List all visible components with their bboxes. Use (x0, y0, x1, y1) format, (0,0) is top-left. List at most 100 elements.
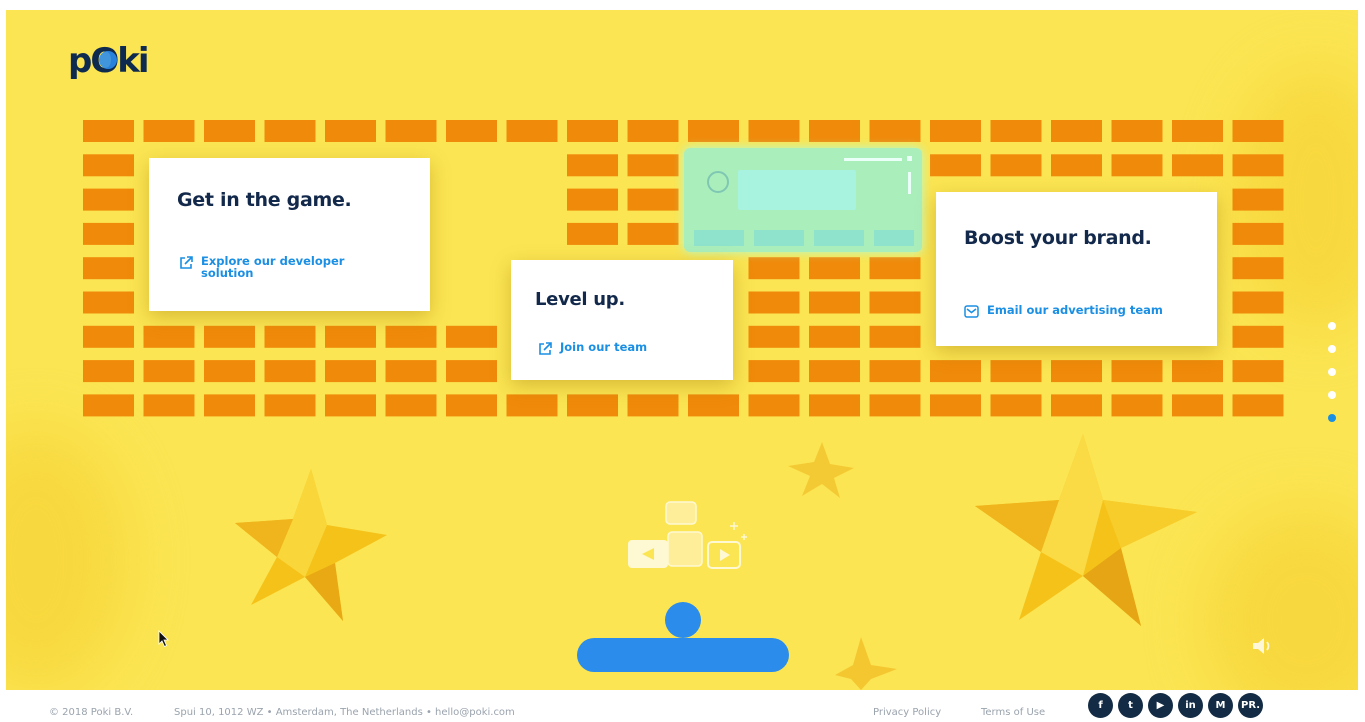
brick (1051, 360, 1102, 383)
terms-of-use-link[interactable]: Terms of Use (981, 707, 1045, 718)
brick (204, 325, 255, 348)
brick (748, 394, 800, 417)
pager-dot[interactable] (1328, 345, 1336, 353)
brick (809, 120, 860, 142)
media-icons-cluster (628, 501, 747, 569)
brick (446, 120, 497, 142)
brick (567, 188, 618, 211)
brick (688, 394, 739, 417)
join-team-link[interactable]: Join our team (538, 341, 647, 356)
panel-glyphs (694, 156, 914, 246)
brick (325, 325, 376, 348)
facebook-icon[interactable]: f (1088, 693, 1113, 718)
star-decoration (235, 469, 387, 621)
press-icon[interactable]: PR. (1238, 693, 1263, 718)
brick (748, 257, 800, 280)
card-title: Level up. (535, 289, 625, 310)
preview-panel (684, 148, 922, 252)
star-decoration (835, 637, 897, 690)
brick (143, 360, 195, 383)
medium-icon[interactable]: M (1208, 693, 1233, 718)
game-stage[interactable]: pOki Get in the game. Explore our develo… (6, 10, 1358, 690)
brick (264, 394, 316, 417)
brick (204, 394, 255, 417)
brick (627, 188, 679, 211)
address-text: Spui 10, 1012 WZ • Amsterdam, The Nether… (174, 707, 515, 718)
brick (869, 394, 921, 417)
pager-dot[interactable] (1328, 391, 1336, 399)
brick (809, 360, 860, 383)
brick (83, 120, 134, 142)
brick (1232, 120, 1284, 142)
brick (83, 325, 134, 348)
brick (325, 394, 376, 417)
brick (627, 394, 679, 417)
linkedin-icon[interactable]: in (1178, 693, 1203, 718)
brick (1051, 394, 1102, 417)
brick (1232, 360, 1284, 383)
brick (869, 325, 921, 348)
brick (1172, 394, 1223, 417)
pager-dot[interactable] (1328, 414, 1336, 422)
brick (385, 325, 437, 348)
mouse-cursor-icon (158, 630, 169, 648)
card-developers: Get in the game. Explore our developer s… (149, 158, 430, 311)
brick (930, 154, 981, 177)
brick (385, 360, 437, 383)
copyright-text: © 2018 Poki B.V. (49, 707, 134, 718)
star-decoration (975, 434, 1197, 626)
brick (1051, 154, 1102, 177)
brick (264, 120, 316, 142)
sound-icon[interactable] (1251, 636, 1273, 656)
brick (567, 222, 618, 245)
developer-solution-link[interactable]: Explore our developer solution (179, 255, 369, 279)
social-links: f t ▶ in M PR. (1088, 693, 1263, 718)
brick (1051, 120, 1102, 142)
pager-dot[interactable] (1328, 368, 1336, 376)
brick (83, 188, 134, 211)
brick (567, 154, 618, 177)
brick (1111, 360, 1163, 383)
star-decoration (788, 442, 854, 498)
twitter-icon[interactable]: t (1118, 693, 1143, 718)
brick (143, 325, 195, 348)
brick (990, 360, 1042, 383)
pager-dot[interactable] (1328, 322, 1336, 330)
brick (809, 291, 860, 314)
card-advertising: Boost your brand. Email our advertising … (936, 192, 1217, 346)
youtube-icon[interactable]: ▶ (1148, 693, 1173, 718)
brick (930, 360, 981, 383)
brick (990, 394, 1042, 417)
brick (506, 120, 558, 142)
link-label: Join our team (560, 340, 648, 354)
link-label: Email our advertising team (987, 303, 1163, 317)
brick (1232, 291, 1284, 314)
link-label: Explore our developer solution (201, 254, 345, 280)
game-ball (665, 602, 701, 638)
brick (567, 120, 618, 142)
brick (869, 360, 921, 383)
brick (748, 325, 800, 348)
brick (83, 222, 134, 245)
game-paddle[interactable] (577, 638, 789, 672)
brick (143, 394, 195, 417)
brick (83, 154, 134, 177)
brick (83, 291, 134, 314)
brick (748, 291, 800, 314)
brick (385, 120, 437, 142)
external-link-icon (539, 342, 552, 355)
brick (1111, 120, 1163, 142)
brick (869, 291, 921, 314)
brick (627, 120, 679, 142)
brick (809, 325, 860, 348)
brick (1172, 154, 1223, 177)
brick (83, 394, 134, 417)
brick (204, 120, 255, 142)
brick (264, 325, 316, 348)
privacy-policy-link[interactable]: Privacy Policy (873, 707, 941, 718)
brick (990, 120, 1042, 142)
email-advertising-link[interactable]: Email our advertising team (964, 304, 1163, 318)
mail-icon (964, 305, 979, 318)
brick (869, 257, 921, 280)
brick (869, 120, 921, 142)
